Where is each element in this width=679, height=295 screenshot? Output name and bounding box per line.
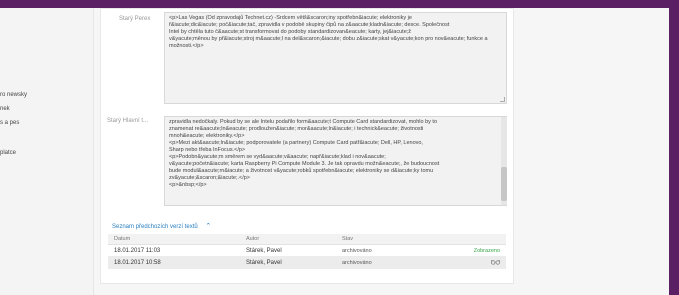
- chevron-up-icon[interactable]: ⌃: [205, 222, 211, 230]
- sidebar: ro newsky nek s a pes platce: [0, 8, 94, 295]
- current-version-badge: Zobrazeno: [473, 248, 500, 254]
- table-row[interactable]: 18.01.2017 11:03 Stárek, Pavel archivová…: [108, 245, 506, 257]
- row-author: Stárek, Pavel: [246, 248, 282, 254]
- old-body-label: Starý Hlavní t...: [107, 118, 149, 124]
- column-header-status: Stav: [342, 236, 354, 242]
- versions-toggle-label[interactable]: Seznam předchozích verzí textů: [112, 224, 198, 230]
- old-perex-label: Starý Perex: [119, 16, 151, 22]
- column-header-author: Autor: [246, 236, 260, 242]
- body-scroll-thumb[interactable]: [501, 167, 507, 201]
- row-date: 18.01.2017 10:58: [114, 260, 161, 266]
- row-date: 18.01.2017 11:03: [114, 248, 161, 254]
- row-author: Stárek, Pavel: [246, 260, 282, 266]
- body-scrollbar[interactable]: [501, 117, 507, 205]
- table-row[interactable]: 18.01.2017 10:58 Stárek, Pavel archivová…: [108, 257, 506, 269]
- row-status: archivováno: [342, 260, 372, 266]
- resize-grip-icon[interactable]: [500, 97, 505, 102]
- sidebar-item-pes[interactable]: s a pes: [0, 120, 19, 126]
- old-perex-textarea[interactable]: <p>Las Vegas (Od zpravodajů Technet.cz) …: [164, 12, 507, 104]
- versions-toggle[interactable]: Seznam předchozích verzí textů ⌃: [112, 222, 211, 230]
- old-body-textarea[interactable]: zpravidla nedočkaly. Pokud by se ale Int…: [164, 116, 507, 206]
- glasses-icon[interactable]: [491, 259, 500, 267]
- sidebar-item-platce[interactable]: platce: [0, 150, 16, 156]
- column-header-date: Datum: [114, 236, 131, 242]
- row-status: archivováno: [342, 248, 372, 254]
- top-brand-strip: [0, 0, 679, 8]
- sidebar-item-nek[interactable]: nek: [0, 106, 10, 112]
- versions-table: Datum Autor Stav 18.01.2017 11:03 Stárek…: [108, 234, 506, 269]
- versions-table-header: Datum Autor Stav: [108, 234, 506, 245]
- sidebar-item-newsky[interactable]: ro newsky: [0, 92, 27, 98]
